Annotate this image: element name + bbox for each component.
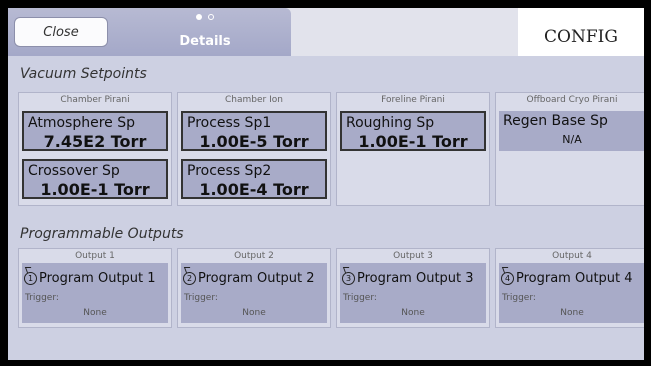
close-button[interactable]: Close (14, 17, 108, 47)
output-name: 3 Program Output 3 (342, 271, 474, 286)
setpoint-name: Crossover Sp (28, 163, 120, 179)
trigger-label: Trigger: (343, 293, 377, 303)
details-tab-label: Details (179, 34, 231, 49)
output-4-button[interactable]: 4 Program Output 4 Trigger: None (499, 263, 644, 323)
panel-title: Chamber Pirani (60, 95, 130, 105)
setpoint-name: Process Sp2 (187, 163, 272, 179)
panel-title: Output 4 (552, 251, 592, 261)
setpoint-atmosphere[interactable]: Atmosphere Sp 7.45E2 Torr (22, 111, 168, 151)
setpoint-value: 1.00E-5 Torr (199, 132, 309, 151)
output-number-icon: 1 (24, 272, 37, 285)
output-name: 1 Program Output 1 (24, 271, 156, 286)
setpoint-name: Process Sp1 (187, 115, 272, 131)
top-bar: Close Details CONFIG (8, 8, 644, 56)
panel-title: Output 1 (75, 251, 115, 261)
panel-title: Output 3 (393, 251, 433, 261)
vacuum-setpoints-title: Vacuum Setpoints (20, 66, 147, 82)
output-label: Program Output 4 (516, 271, 633, 286)
output-number-icon: 2 (183, 272, 196, 285)
touch-screen: Close Details CONFIG Vacuum Setpoints Ch… (8, 8, 644, 360)
panel-output-3: Output 3 3 Program Output 3 Trigger: Non… (336, 248, 490, 328)
panel-chamber-pirani: Chamber Pirani Atmosphere Sp 7.45E2 Torr… (18, 92, 172, 206)
output-number-icon: 3 (342, 272, 355, 285)
output-number-icon: 4 (501, 272, 514, 285)
page-dot-inactive (208, 14, 214, 20)
trigger-value: None (560, 308, 584, 318)
setpoint-regen-base[interactable]: Regen Base Sp N/A (499, 111, 644, 151)
trigger-label: Trigger: (25, 293, 59, 303)
setpoint-name: Roughing Sp (346, 115, 435, 131)
setpoint-value: N/A (562, 133, 582, 146)
output-2-button[interactable]: 2 Program Output 2 Trigger: None (181, 263, 327, 323)
panel-foreline-pirani: Foreline Pirani Roughing Sp 1.00E-1 Torr (336, 92, 490, 206)
setpoint-crossover[interactable]: Crossover Sp 1.00E-1 Torr (22, 159, 168, 199)
trigger-value: None (242, 308, 266, 318)
trigger-value: None (83, 308, 107, 318)
programmable-outputs-title: Programmable Outputs (20, 226, 184, 242)
output-1-button[interactable]: 1 Program Output 1 Trigger: None (22, 263, 168, 323)
panel-output-4: Output 4 4 Program Output 4 Trigger: Non… (495, 248, 644, 328)
details-tab[interactable]: Close Details (8, 8, 291, 56)
setpoint-value: 7.45E2 Torr (43, 132, 147, 151)
setpoint-process-sp1[interactable]: Process Sp1 1.00E-5 Torr (181, 111, 327, 151)
panel-title: Chamber Ion (225, 95, 283, 105)
setpoint-roughing[interactable]: Roughing Sp 1.00E-1 Torr (340, 111, 486, 151)
panel-chamber-ion: Chamber Ion Process Sp1 1.00E-5 Torr Pro… (177, 92, 331, 206)
config-tab[interactable]: CONFIG (518, 8, 644, 56)
panel-title: Foreline Pirani (381, 95, 445, 105)
panel-output-2: Output 2 2 Program Output 2 Trigger: Non… (177, 248, 331, 328)
setpoint-name: Regen Base Sp (503, 113, 608, 129)
panel-output-1: Output 1 1 Program Output 1 Trigger: Non… (18, 248, 172, 328)
setpoint-value: 1.00E-1 Torr (358, 132, 468, 151)
trigger-value: None (401, 308, 425, 318)
output-label: Program Output 2 (198, 271, 315, 286)
panel-offboard-cryo-pirani: Offboard Cryo Pirani Regen Base Sp N/A (495, 92, 644, 206)
panel-title: Output 2 (234, 251, 274, 261)
panel-title: Offboard Cryo Pirani (526, 95, 618, 105)
trigger-label: Trigger: (502, 293, 536, 303)
setpoint-value: 1.00E-4 Torr (199, 180, 309, 199)
output-label: Program Output 1 (39, 271, 156, 286)
trigger-label: Trigger: (184, 293, 218, 303)
output-3-button[interactable]: 3 Program Output 3 Trigger: None (340, 263, 486, 323)
setpoint-process-sp2[interactable]: Process Sp2 1.00E-4 Torr (181, 159, 327, 199)
page-indicator (190, 12, 220, 22)
page-dot-active (196, 14, 202, 20)
output-label: Program Output 3 (357, 271, 474, 286)
setpoint-name: Atmosphere Sp (28, 115, 135, 131)
output-name: 4 Program Output 4 (501, 271, 633, 286)
setpoint-value: 1.00E-1 Torr (40, 180, 150, 199)
output-name: 2 Program Output 2 (183, 271, 315, 286)
